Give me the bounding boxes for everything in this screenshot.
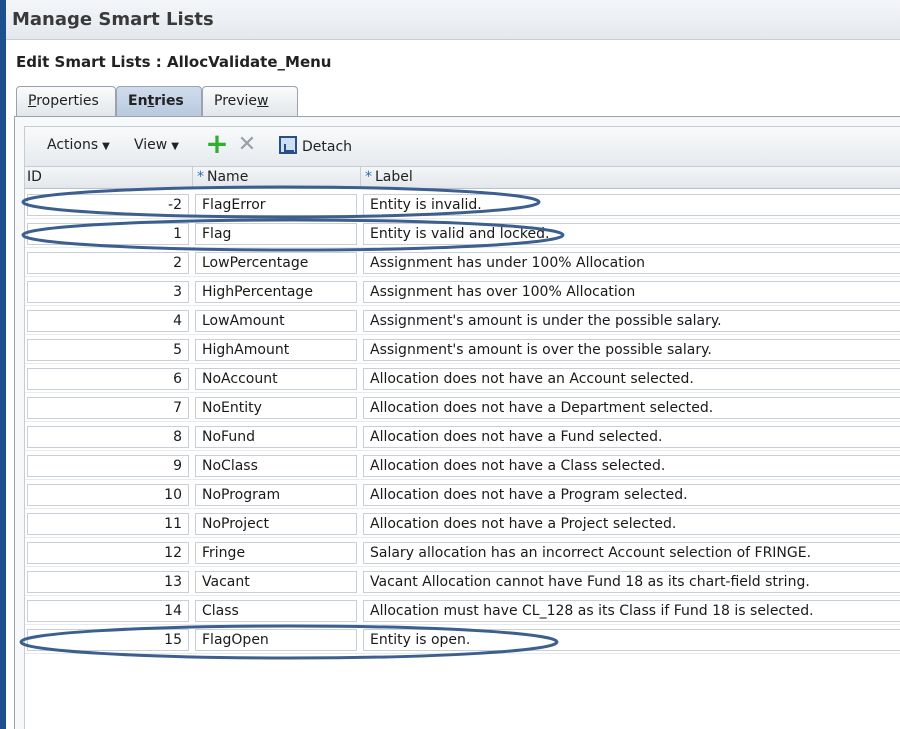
- cell-label-input[interactable]: Allocation does not have a Project selec…: [363, 513, 900, 535]
- table-row[interactable]: 1 Flag Entity is valid and locked.: [25, 219, 900, 248]
- cell-id[interactable]: 6: [27, 368, 189, 390]
- cell-name-input[interactable]: LowPercentage: [195, 252, 357, 274]
- column-header-name-label: Name: [207, 169, 249, 185]
- cell-name-input[interactable]: NoAccount: [195, 368, 357, 390]
- cell-id[interactable]: 5: [27, 339, 189, 361]
- cell-name-input[interactable]: Vacant: [195, 571, 357, 593]
- cell-label-input[interactable]: Allocation does not have a Fund selected…: [363, 426, 900, 448]
- cell-name-input[interactable]: NoProject: [195, 513, 357, 535]
- tab-label-suffix: ries: [154, 93, 184, 109]
- cell-name-input[interactable]: HighPercentage: [195, 281, 357, 303]
- required-marker: *: [365, 169, 372, 185]
- cell-id[interactable]: 14: [27, 600, 189, 622]
- cell-name-input[interactable]: FlagError: [195, 194, 357, 216]
- table-row[interactable]: 2 LowPercentage Assignment has under 100% …: [25, 248, 900, 277]
- cell-label-input[interactable]: Allocation does not have a Department se…: [363, 397, 900, 419]
- cell-name-input[interactable]: Flag: [195, 223, 357, 245]
- cell-label-input[interactable]: Assignment's amount is under the possibl…: [363, 310, 900, 332]
- table-header: ID * Name * Label: [25, 167, 900, 189]
- table-row[interactable]: 9 NoClass Allocation does not have a Class…: [25, 451, 900, 480]
- column-header-name[interactable]: * Name: [193, 167, 361, 189]
- table-row[interactable]: 5 HighAmount Assignment's amount is over t…: [25, 335, 900, 364]
- chevron-down-icon: ▼: [171, 141, 179, 152]
- cell-label-input[interactable]: Allocation does not have a Program selec…: [363, 484, 900, 506]
- cell-id[interactable]: -2: [27, 194, 189, 216]
- cell-name-input[interactable]: FlagOpen: [195, 629, 357, 651]
- cell-label-input[interactable]: Entity is valid and locked.: [363, 223, 900, 245]
- actions-label: Actions: [47, 137, 99, 153]
- table-row[interactable]: 15 FlagOpen Entity is open.: [25, 625, 900, 654]
- table-row[interactable]: 12 Fringe Salary allocation has an incorre…: [25, 538, 900, 567]
- table-row[interactable]: -2 FlagError Entity is invalid.: [25, 190, 900, 219]
- cell-id[interactable]: 1: [27, 223, 189, 245]
- cell-label-input[interactable]: Allocation does not have a Class selecte…: [363, 455, 900, 477]
- tab-label-mnemonic: w: [257, 93, 269, 109]
- tab-properties[interactable]: Properties: [16, 86, 116, 116]
- cell-label-input[interactable]: Allocation does not have an Account sele…: [363, 368, 900, 390]
- actions-menu-button[interactable]: Actions ▼: [47, 137, 110, 153]
- detach-icon: [279, 136, 297, 154]
- cell-name-input[interactable]: NoClass: [195, 455, 357, 477]
- cell-id[interactable]: 4: [27, 310, 189, 332]
- table-row[interactable]: 10 NoProgram Allocation does not have a Pr…: [25, 480, 900, 509]
- table-row[interactable]: 7 NoEntity Allocation does not have a Depa…: [25, 393, 900, 422]
- cell-label-input[interactable]: Allocation must have CL_128 as its Class…: [363, 600, 900, 622]
- cell-id[interactable]: 10: [27, 484, 189, 506]
- cell-id[interactable]: 9: [27, 455, 189, 477]
- table-row[interactable]: 8 NoFund Allocation does not have a Fund s…: [25, 422, 900, 451]
- view-menu-button[interactable]: View ▼: [134, 137, 179, 153]
- chevron-down-icon: ▼: [102, 141, 110, 152]
- page-title: Edit Smart Lists : AllocValidate_Menu: [16, 53, 332, 71]
- cell-label-input[interactable]: Assignment has over 100% Allocation: [363, 281, 900, 303]
- cell-name-input[interactable]: NoFund: [195, 426, 357, 448]
- cell-id[interactable]: 13: [27, 571, 189, 593]
- window-title: Manage Smart Lists: [12, 9, 214, 30]
- cell-label-input[interactable]: Entity is invalid.: [363, 194, 900, 216]
- column-header-label-label: Label: [375, 169, 413, 185]
- cell-id[interactable]: 7: [27, 397, 189, 419]
- table-row[interactable]: 11 NoProject Allocation does not have a Pr…: [25, 509, 900, 538]
- cell-id[interactable]: 12: [27, 542, 189, 564]
- cell-name-input[interactable]: LowAmount: [195, 310, 357, 332]
- cell-label-input[interactable]: Salary allocation has an incorrect Accou…: [363, 542, 900, 564]
- delete-x-icon[interactable]: ✕: [235, 133, 259, 157]
- tab-preview[interactable]: Preview: [202, 86, 298, 116]
- tab-label-prefix: En: [128, 93, 148, 109]
- cell-name-input[interactable]: Fringe: [195, 542, 357, 564]
- tab-label-mnemonic: P: [28, 93, 37, 109]
- cell-id[interactable]: 11: [27, 513, 189, 535]
- cell-name-input[interactable]: NoEntity: [195, 397, 357, 419]
- cell-name-input[interactable]: Class: [195, 600, 357, 622]
- add-plus-icon[interactable]: +: [205, 130, 229, 158]
- window-titlebar: Manage Smart Lists: [6, 0, 900, 40]
- table-row[interactable]: 14 Class Allocation must have CL_128 as it…: [25, 596, 900, 625]
- table-row[interactable]: 13 Vacant Vacant Allocation cannot have Fu…: [25, 567, 900, 596]
- table-row[interactable]: 3 HighPercentage Assignment has over 100% …: [25, 277, 900, 306]
- column-header-label[interactable]: * Label: [361, 167, 900, 189]
- cell-label-input[interactable]: Entity is open.: [363, 629, 900, 651]
- required-marker: *: [197, 169, 204, 185]
- table-row[interactable]: 6 NoAccount Allocation does not have an Ac…: [25, 364, 900, 393]
- tab-label-suffix: roperties: [36, 93, 99, 109]
- view-label: View: [134, 137, 168, 153]
- detach-label: Detach: [302, 139, 353, 155]
- cell-id[interactable]: 8: [27, 426, 189, 448]
- tab-label-prefix: Previe: [214, 93, 258, 109]
- tab-entries[interactable]: Entries: [116, 86, 202, 117]
- cell-id[interactable]: 2: [27, 252, 189, 274]
- entries-toolbar: Actions ▼ View ▼ + ✕ Detach: [24, 126, 900, 167]
- cell-id[interactable]: 15: [27, 629, 189, 651]
- window-frame-edge: [0, 0, 6, 729]
- cell-id[interactable]: 3: [27, 281, 189, 303]
- column-header-id[interactable]: ID: [25, 167, 193, 189]
- cell-label-input[interactable]: Assignment's amount is over the possible…: [363, 339, 900, 361]
- detach-button[interactable]: Detach: [279, 136, 352, 155]
- table-row[interactable]: 4 LowAmount Assignment's amount is under t…: [25, 306, 900, 335]
- cell-label-input[interactable]: Vacant Allocation cannot have Fund 18 as…: [363, 571, 900, 593]
- cell-label-input[interactable]: Assignment has under 100% Allocation: [363, 252, 900, 274]
- cell-name-input[interactable]: NoProgram: [195, 484, 357, 506]
- entries-table: ID * Name * Label -2 FlagError Entity is inv…: [24, 167, 900, 729]
- column-header-id-label: ID: [27, 169, 42, 185]
- cell-name-input[interactable]: HighAmount: [195, 339, 357, 361]
